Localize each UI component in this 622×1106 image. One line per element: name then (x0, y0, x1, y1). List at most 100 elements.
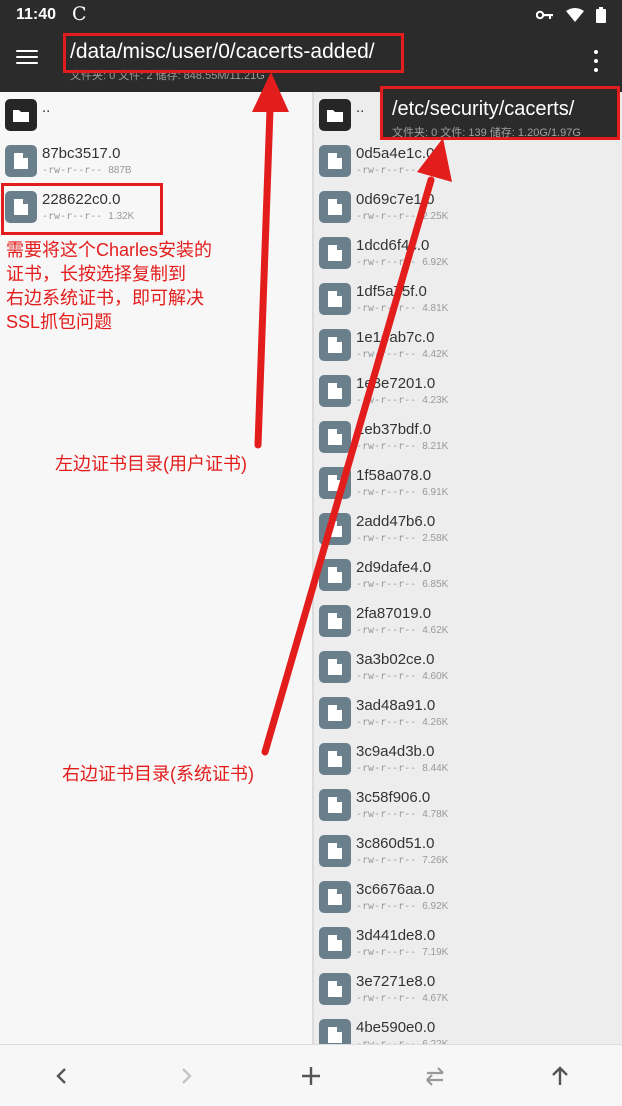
key-icon (536, 10, 553, 20)
file-meta: -rw-r--r-- 4.60K (356, 671, 448, 682)
file-name: 3a3b02ce.0 (356, 651, 435, 668)
hamburger-menu-icon[interactable] (16, 46, 48, 76)
file-row[interactable]: 3e7271e8.0 -rw-r--r-- 4.67K (314, 966, 622, 1012)
file-row[interactable]: 87bc3517.0 -rw-r--r-- 887B (0, 138, 312, 184)
file-row[interactable]: 1e8e7201.0 -rw-r--r-- 4.23K (314, 368, 622, 414)
up-arrow-icon[interactable] (547, 1063, 573, 1089)
file-name: 4be590e0.0 (356, 1019, 436, 1036)
annotation-note-line: 需要将这个Charles安装的 (6, 240, 213, 260)
file-row[interactable]: 2d9dafe4.0 -rw-r--r-- 6.85K (314, 552, 622, 598)
back-chevron-icon[interactable] (49, 1063, 75, 1089)
file-permissions: -rw-r--r-- (356, 257, 417, 268)
file-name: .. (42, 99, 51, 116)
file-meta: -rw-r--r-- 6.92K (356, 257, 448, 268)
file-row[interactable]: 3a3b02ce.0 -rw-r--r-- 4.60K (314, 644, 622, 690)
file-row[interactable]: 1df5a75f.0 -rw-r--r-- 4.81K (314, 276, 622, 322)
file-meta: -rw-r--r-- 887B (42, 165, 132, 176)
file-size: 7.26K (422, 855, 449, 866)
file-row[interactable]: 0d69c7e1.0 -rw-r--r-- 2.25K (314, 184, 622, 230)
annotation-note-right-dir: 右边证书目录(系统证书) (62, 764, 254, 784)
file-row[interactable]: 3c6676aa.0 -rw-r--r-- 6.92K (314, 874, 622, 920)
file-icon (319, 467, 351, 499)
file-name: 3c58f906.0 (356, 789, 431, 806)
annotation-box-cert-file (1, 183, 163, 235)
right-path-title: /etc/security/cacerts/ (392, 98, 575, 120)
file-row[interactable]: 3d441de8.0 -rw-r--r-- 7.19K (314, 920, 622, 966)
file-permissions: -rw-r--r-- (356, 303, 417, 314)
annotation-note-line: 右边系统证书，即可解决 (6, 288, 204, 308)
file-size: 4.60K (422, 671, 449, 682)
right-pane-header: /etc/security/cacerts/ 文件夹: 0 文件: 139 储存… (380, 86, 620, 140)
file-size: 887B (108, 165, 132, 176)
annotation-note-line: 证书，长按选择复制到 (6, 264, 186, 284)
file-row[interactable]: 3c58f906.0 -rw-r--r-- 4.78K (314, 782, 622, 828)
file-row[interactable]: 3c9a4d3b.0 -rw-r--r-- 8.44K (314, 736, 622, 782)
file-meta: -rw-r--r-- 6.85K (356, 579, 448, 590)
right-path-stats: 文件夹: 0 文件: 139 储存: 1.20G/1.97G (392, 127, 581, 139)
file-permissions: -rw-r--r-- (356, 993, 417, 1004)
file-row[interactable]: 0d5a4e1c.0 -rw-r--r-- 1.83K (314, 138, 622, 184)
status-bar: 11:40 C (0, 0, 622, 30)
file-icon (319, 513, 351, 545)
bottom-action-bar (0, 1044, 622, 1106)
file-icon (319, 835, 351, 867)
file-name: 3c860d51.0 (356, 835, 435, 852)
file-permissions: -rw-r--r-- (356, 901, 417, 912)
file-row[interactable]: 3c860d51.0 -rw-r--r-- 7.26K (314, 828, 622, 874)
file-name: 0d5a4e1c.0 (356, 145, 435, 162)
file-size: 8.44K (422, 763, 449, 774)
file-name: 1f58a078.0 (356, 467, 432, 484)
file-meta: -rw-r--r-- 6.92K (356, 901, 448, 912)
file-meta: -rw-r--r-- 8.44K (356, 763, 448, 774)
file-size: 4.42K (422, 349, 449, 360)
file-permissions: -rw-r--r-- (356, 947, 417, 958)
parent-folder-row[interactable]: .. (0, 92, 312, 138)
file-row[interactable]: 4be590e0.0-rw-r--r--6.22K (314, 1012, 622, 1044)
file-size: 2.58K (422, 533, 449, 544)
file-meta: -rw-r--r-- 6.91K (356, 487, 448, 498)
file-name: 3c6676aa.0 (356, 881, 435, 898)
forward-chevron-icon[interactable] (173, 1063, 199, 1089)
file-name: 3d441de8.0 (356, 927, 436, 944)
file-row[interactable]: 2fa87019.0 -rw-r--r-- 4.62K (314, 598, 622, 644)
status-time: 11:40 (16, 6, 57, 23)
file-name: 2fa87019.0 (356, 605, 432, 622)
file-name: 0d69c7e1.0 (356, 191, 435, 208)
file-manager-screen: 11:40 C /data/misc/user/0/cacerts-added/… (0, 0, 622, 1106)
right-pane[interactable]: .. 0d5a4e1c.0 -rw-r--r-- 1.83K 0d69c7e1.0 -rw… (314, 92, 622, 1044)
file-permissions: -rw-r--r-- (356, 809, 417, 820)
swap-icon[interactable] (422, 1063, 448, 1089)
annotation-note-main: 需要将这个Charles安装的 证书，长按选择复制到 右边系统证书，即可解决 S… (6, 238, 212, 334)
file-row[interactable]: 2add47b6.0 -rw-r--r-- 2.58K (314, 506, 622, 552)
wifi-icon (566, 8, 584, 22)
file-permissions: -rw-r--r-- (42, 165, 103, 176)
file-row[interactable]: 1eb37bdf.0 -rw-r--r-- 8.21K (314, 414, 622, 460)
more-vert-icon[interactable] (592, 50, 600, 72)
file-meta: -rw-r--r-- 4.42K (356, 349, 448, 360)
file-permissions: -rw-r--r-- (356, 533, 417, 544)
file-name: 87bc3517.0 (42, 145, 121, 162)
file-row[interactable]: 1f58a078.0 -rw-r--r-- 6.91K (314, 460, 622, 506)
file-permissions: -rw-r--r-- (356, 717, 417, 728)
file-row[interactable]: 3ad48a91.0 -rw-r--r-- 4.26K (314, 690, 622, 736)
file-icon (319, 329, 351, 361)
status-icons (536, 7, 606, 23)
file-name: 1df5a75f.0 (356, 283, 427, 300)
file-name: 1dcd6f4c.0 (356, 237, 430, 254)
file-row[interactable]: 1e1eab7c.0 -rw-r--r-- 4.42K (314, 322, 622, 368)
folder-icon (5, 99, 37, 131)
file-name: 1e1eab7c.0 (356, 329, 435, 346)
file-size: 2.25K (422, 211, 449, 222)
file-icon (319, 789, 351, 821)
file-permissions: -rw-r--r-- (356, 579, 417, 590)
file-permissions: -rw-r--r-- (356, 487, 417, 498)
file-size: 4.81K (422, 303, 449, 314)
file-meta: -rw-r--r-- 2.25K (356, 211, 448, 222)
add-icon[interactable] (298, 1063, 324, 1089)
file-name: .. (356, 99, 365, 116)
file-name: 1e8e7201.0 (356, 375, 436, 392)
file-row[interactable]: 1dcd6f4c.0 -rw-r--r-- 6.92K (314, 230, 622, 276)
file-size: 4.67K (422, 993, 449, 1004)
file-icon (319, 237, 351, 269)
file-meta: -rw-r--r-- 4.67K (356, 993, 448, 1004)
